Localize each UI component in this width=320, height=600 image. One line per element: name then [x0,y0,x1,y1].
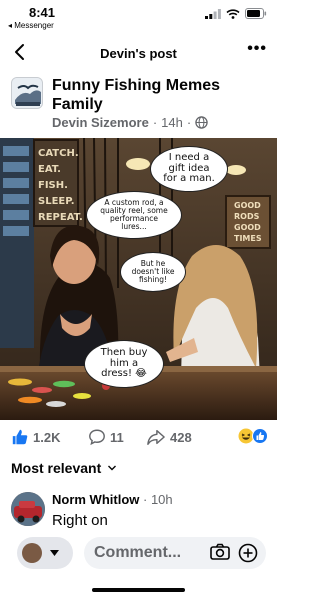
post-meta: Devin Sizemore · 14h · [52,115,208,130]
comment-bubble-icon [89,429,105,446]
speech-text: A custom rod, a quality reel, some perfo… [100,198,168,231]
profile-switcher[interactable] [17,537,73,569]
comment-placeholder: Comment... [94,544,182,561]
post-time[interactable]: 14h [161,115,183,130]
sign-left-line: FISH. [38,180,68,191]
comment-text: Right on [52,512,108,529]
sort-label: Most relevant [11,460,102,476]
speech-bubble-dress: Then buy him a dress! 😂 [84,340,164,388]
comment-author-name[interactable]: Norm Whitlow [52,492,139,507]
sign-right-line: GOOD [234,223,261,232]
reaction-summary[interactable] [238,428,268,444]
post-header: Funny Fishing Memes Family Devin Sizemor… [0,74,277,136]
sign-right-line: RODS [234,212,260,221]
post-image[interactable]: CATCH. EAT. FISH. SLEEP. REPEAT. GOOD RO… [0,138,277,420]
comment-button[interactable]: 11 [88,428,124,446]
speech-text: But he doesn't like fishing! [131,259,175,284]
meta-separator: · [152,115,158,130]
status-time: 8:41 [29,5,56,20]
post-nav-header: Devin's post ••• [0,38,277,68]
thumbs-up-icon [12,429,28,445]
home-indicator [92,588,185,592]
avatar [22,543,42,563]
sign-right-line: TIMES [234,234,262,243]
like-button[interactable]: 1.2K [11,428,60,446]
avatar[interactable] [11,492,45,526]
comment-count: 11 [110,429,124,445]
comment-composer: Comment... [0,535,277,571]
comment-sort-dropdown[interactable]: Most relevant [11,460,117,476]
speech-bubble-gift-idea: I need a gift idea for a man. [150,146,228,192]
sign-left-line: CATCH. [38,148,79,159]
speech-text: I need a gift idea for a man. [163,152,215,185]
speech-bubble-rod-reel: A custom rod, a quality reel, some perfo… [86,191,182,239]
author-name-link[interactable]: Devin Sizemore [52,115,149,130]
wifi-icon [226,8,240,19]
sign-left-line: EAT. [38,164,61,175]
add-circle-icon[interactable] [238,543,258,563]
battery-icon [245,8,267,19]
camera-icon[interactable] [210,543,230,561]
composer-actions [210,543,258,563]
share-button[interactable]: 428 [146,428,192,446]
group-name-link[interactable]: Funny Fishing Memes Family [52,76,262,114]
chevron-down-icon [108,465,117,471]
comment-time: · 10h [143,492,173,507]
speech-text: Then buy him a dress! 😂 [100,347,148,380]
signal-icon [205,8,221,19]
comment-author[interactable]: Norm Whitlow · 10h [52,492,173,507]
status-bar: 8:41 ◂ Messenger [0,0,277,34]
sign-right-line: GOOD [234,201,261,210]
globe-icon [195,116,208,129]
caret-down-icon [50,550,59,556]
sign-left-line: REPEAT. [38,212,83,223]
share-count: 428 [170,429,192,445]
speech-bubble-no-fishing: But he doesn't like fishing! [120,252,186,292]
more-options-icon[interactable]: ••• [247,40,267,58]
reactions-bar: 1.2K 11 428 [0,428,277,450]
sign-left-line: SLEEP. [38,196,75,207]
back-to-messenger-link[interactable]: ◂ Messenger [8,21,54,30]
group-avatar[interactable] [11,77,43,109]
like-reaction-icon [252,428,268,444]
meta-separator: · [186,115,192,130]
share-arrow-icon [147,429,165,445]
page-title: Devin's post [100,46,177,61]
comment-item: Norm Whitlow · 10h Right on [0,490,277,530]
comment-input[interactable]: Comment... [84,537,266,569]
status-icons [205,8,267,19]
like-count: 1.2K [33,429,61,445]
